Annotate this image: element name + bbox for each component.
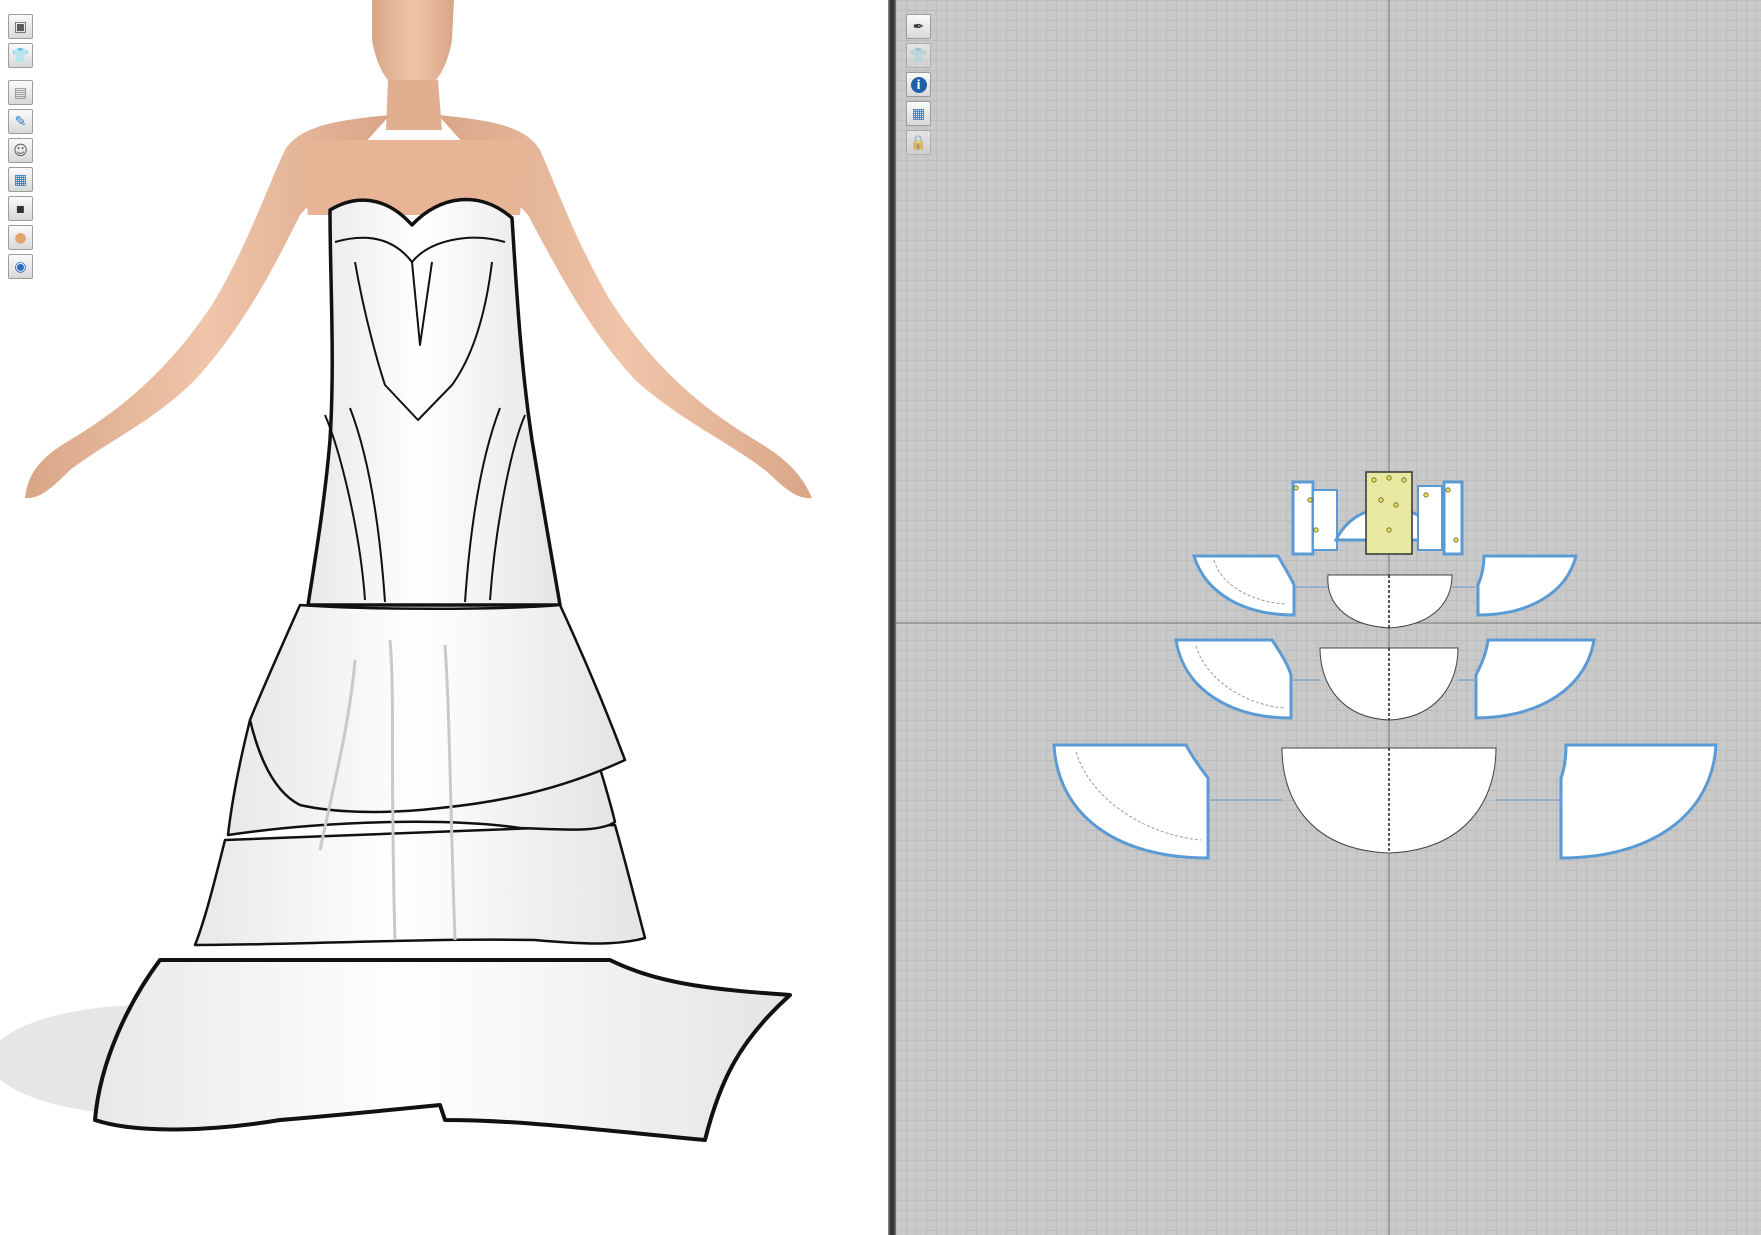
pattern-piece-tier2-center[interactable] — [1319, 647, 1459, 721]
show-garment-button[interactable]: 👕 — [906, 43, 931, 68]
pattern-piece-tier3-left[interactable] — [1052, 743, 1210, 860]
pattern-piece-tier1-left[interactable] — [1191, 554, 1296, 617]
bodice-pattern-cluster[interactable] — [1291, 471, 1464, 556]
monitor-button[interactable]: ▪ — [8, 196, 33, 221]
pattern-piece-tier2-left[interactable] — [1174, 638, 1293, 720]
2d-toolbar: ✒ 👕 i ▦ 🔒 — [906, 14, 931, 159]
fabric-texture-button[interactable]: ▦ — [8, 167, 33, 192]
texture-display-button[interactable]: ▦ — [906, 101, 931, 126]
info-icon: i — [910, 76, 927, 93]
globe-button[interactable]: ◉ — [8, 254, 33, 279]
skirt-tier-3 — [193, 823, 647, 947]
globe-icon: ◉ — [14, 258, 27, 275]
edit-pen-button[interactable]: ✒ — [906, 14, 931, 39]
avatar-display-icon: ▣ — [13, 18, 28, 35]
garment-shading-icon: ▤ — [13, 84, 28, 101]
monitor-icon: ▪ — [15, 200, 26, 217]
garment-display-icon: 👕 — [11, 47, 30, 64]
pattern-piece-tier3-right[interactable] — [1559, 743, 1718, 860]
3d-viewport[interactable]: ▣ 👕 ▤ ✎ ☺ ▦ ▪ ● ◉ — [0, 0, 888, 1235]
skirt-tier-1 — [248, 603, 627, 814]
texture-brush-button[interactable]: ✎ — [8, 109, 33, 134]
avatar-skin-button[interactable]: ● — [8, 225, 33, 250]
app-window: ▣ 👕 ▤ ✎ ☺ ▦ ▪ ● ◉ ✒ 👕 i ▦ 🔒 — [0, 0, 1761, 1235]
viewport-splitter[interactable] — [888, 0, 896, 1235]
avatar-silhouette-icon: ☺ — [13, 142, 28, 159]
avatar-silhouette-button[interactable]: ☺ — [8, 138, 33, 163]
garment-display-button[interactable]: 👕 — [8, 43, 33, 68]
2d-pattern-viewport[interactable]: ✒ 👕 i ▦ 🔒 — [896, 0, 1761, 1235]
info-button[interactable]: i — [906, 72, 931, 97]
avatar-torso — [300, 140, 528, 215]
pattern-piece-tier2-right[interactable] — [1474, 638, 1596, 720]
avatar-skin-icon: ● — [14, 229, 27, 246]
pattern-piece-tier1-center[interactable] — [1327, 574, 1453, 629]
garment-shading-button[interactable]: ▤ — [8, 80, 33, 105]
texture-brush-icon: ✎ — [14, 113, 27, 130]
3d-scene — [0, 0, 812, 1142]
pattern-piece-tier3-center[interactable] — [1281, 747, 1497, 854]
lock-garment-icon: 🔒 — [909, 134, 928, 151]
lock-garment-button[interactable]: 🔒 — [906, 130, 931, 155]
dress-train — [93, 958, 792, 1142]
texture-display-icon: ▦ — [911, 105, 926, 122]
avatar-display-button[interactable]: ▣ — [8, 14, 33, 39]
fabric-texture-icon: ▦ — [13, 171, 28, 188]
3d-toolbar: ▣ 👕 ▤ ✎ ☺ ▦ ▪ ● ◉ — [8, 14, 33, 283]
pattern-piece-tier1-right[interactable] — [1476, 554, 1578, 617]
edit-pen-icon: ✒ — [912, 18, 925, 35]
pattern-canvas — [896, 0, 1761, 1235]
show-garment-icon: 👕 — [909, 47, 928, 64]
avatar-neck — [386, 80, 442, 130]
